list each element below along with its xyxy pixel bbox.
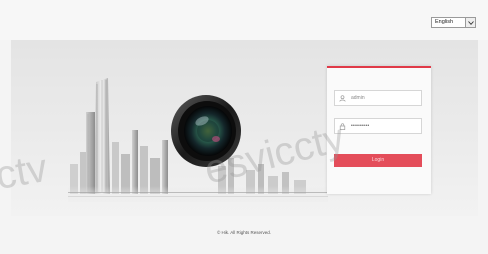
watermark-left: ctv bbox=[0, 145, 51, 199]
chevron-down-icon[interactable] bbox=[465, 18, 475, 27]
username-value: admin bbox=[351, 95, 365, 101]
top-bar: English bbox=[0, 0, 488, 40]
language-select[interactable]: English bbox=[431, 17, 476, 28]
password-value: ••••••••• bbox=[351, 123, 370, 129]
footer-copyright: © Hik. All Rights Reserved. bbox=[216, 230, 272, 235]
login-panel: admin ••••••••• Login bbox=[327, 66, 431, 194]
username-field[interactable]: admin bbox=[334, 90, 422, 106]
language-select-value: English bbox=[435, 19, 454, 25]
password-field[interactable]: ••••••••• bbox=[334, 118, 422, 134]
user-icon bbox=[338, 94, 346, 102]
